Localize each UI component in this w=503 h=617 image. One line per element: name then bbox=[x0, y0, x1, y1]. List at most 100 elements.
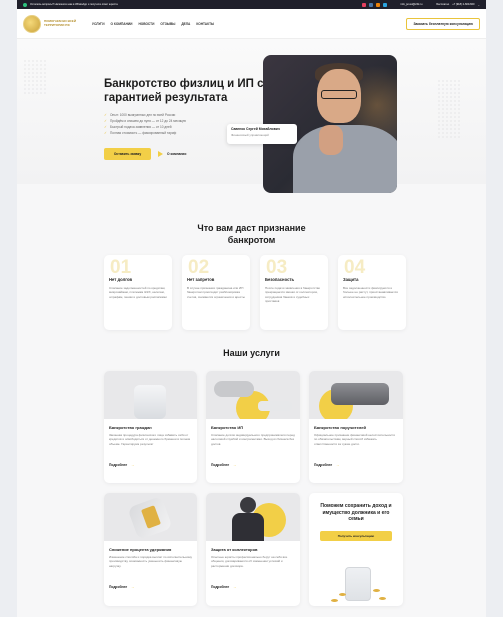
benefits-title-text: Что вам даст признание банкротом bbox=[197, 223, 306, 245]
service-title: Банкротство ИП bbox=[211, 425, 244, 430]
nav-item-contacts[interactable]: Контакты bbox=[196, 22, 214, 26]
person-card: Савенко Сергей Михайлович Финансовый упр… bbox=[227, 124, 297, 144]
person-body-shape bbox=[232, 513, 264, 541]
service-card[interactable]: Банкротство граждан Законная процедура ф… bbox=[104, 371, 197, 483]
top-bar: Остались вопросы? Напишите нам в WhatsAp… bbox=[17, 0, 486, 9]
benefit-text: Списание задолженностей по кредитам, мик… bbox=[109, 286, 167, 299]
coin-shape bbox=[339, 593, 346, 596]
arrow-right-icon: → bbox=[131, 463, 135, 467]
service-more-link[interactable]: Подробнее → bbox=[211, 463, 295, 467]
service-title: Защита от коллекторов bbox=[211, 547, 258, 552]
page: Остались вопросы? Напишите нам в WhatsAp… bbox=[17, 0, 486, 617]
service-title: Банкротство поручителей bbox=[314, 425, 366, 430]
photo-body bbox=[293, 125, 397, 193]
service-title: Снижение процента удержания bbox=[109, 547, 172, 552]
service-card[interactable]: Защита от коллекторов Опытные юристы про… bbox=[206, 493, 300, 606]
nav-item-news[interactable]: Новости bbox=[138, 22, 154, 26]
service-image bbox=[206, 371, 300, 419]
service-more-link[interactable]: Подробнее → bbox=[109, 585, 192, 589]
person-role: Финансовый управляющий bbox=[231, 133, 269, 137]
benefit-text: В случае признания гражданина или ИП бан… bbox=[187, 286, 245, 299]
hero-title: Банкротство физлиц и ИП с гарантией резу… bbox=[104, 78, 264, 105]
photo-hand bbox=[319, 125, 343, 155]
service-image bbox=[104, 493, 197, 541]
photo-glasses bbox=[321, 90, 357, 99]
service-more-link[interactable]: Подробнее → bbox=[211, 585, 295, 589]
nav-item-company[interactable]: О компании bbox=[111, 22, 133, 26]
phone-link[interactable]: +7 (918) 2-600-600 bbox=[452, 3, 474, 6]
consultation-button[interactable]: Заказать бесплатную консультацию bbox=[406, 17, 480, 30]
logo-text[interactable]: Помогаем во всей территории РФ bbox=[44, 19, 76, 27]
nav-item-cases[interactable]: Дела bbox=[181, 22, 190, 26]
benefit-title: Нет запретов bbox=[187, 277, 215, 282]
service-card[interactable]: Снижение процента удержания Изменение сп… bbox=[104, 493, 197, 606]
benefit-number: 01 bbox=[110, 257, 132, 278]
instagram-icon[interactable] bbox=[361, 2, 366, 7]
service-more-label: Подробнее bbox=[314, 463, 333, 467]
top-bar-note: Остались вопросы? Напишите нам в WhatsAp… bbox=[30, 3, 118, 6]
arrow-right-icon: → bbox=[131, 585, 135, 589]
dots-decoration bbox=[23, 59, 47, 95]
benefit-text: Все задолженности фиксируются и больше н… bbox=[343, 286, 398, 299]
hand-shape bbox=[214, 381, 254, 397]
service-card[interactable]: Банкротство ИП Списание долгов индивидуа… bbox=[206, 371, 300, 483]
telegram-icon[interactable] bbox=[382, 2, 387, 7]
site-header: Помогаем во всей территории РФ Услуги О … bbox=[17, 9, 486, 39]
benefit-title: Нет долгов bbox=[109, 277, 133, 282]
benefit-number: 03 bbox=[266, 257, 288, 278]
main-nav: Услуги О компании Новости Отзывы Дела Ко… bbox=[92, 22, 214, 26]
arrow-right-icon: → bbox=[336, 463, 340, 467]
dots-decoration bbox=[437, 79, 461, 139]
benefit-number: 02 bbox=[188, 257, 210, 278]
benefit-text: После подачи заявления в банкротство пре… bbox=[265, 286, 321, 304]
promo-card: Поможем сохранить доход и имущество долж… bbox=[309, 493, 403, 606]
benefit-title: Безопасность bbox=[265, 277, 295, 282]
hero-benefit: Полная стоимость — фиксированный тариф bbox=[104, 130, 186, 136]
person-head-shape bbox=[240, 497, 256, 513]
service-text: Изменение способа и порядка выплат по ис… bbox=[109, 555, 192, 568]
promo-title: Поможем сохранить доход и имущество долж… bbox=[309, 503, 403, 523]
benefit-card: 04 Защита Все задолженности фиксируются … bbox=[338, 255, 406, 330]
benefit-title: Защита bbox=[343, 277, 359, 282]
service-more-link[interactable]: Подробнее → bbox=[314, 463, 398, 467]
benefit-card: 02 Нет запретов В случае признания гражд… bbox=[182, 255, 250, 330]
benefit-number: 04 bbox=[344, 257, 366, 278]
nav-item-reviews[interactable]: Отзывы bbox=[160, 22, 175, 26]
chevron-down-icon[interactable]: ⌄ bbox=[477, 3, 480, 7]
service-card[interactable]: Банкротство поручителей Официальное приз… bbox=[309, 371, 403, 483]
service-more-label: Подробнее bbox=[211, 463, 230, 467]
service-more-label: Подробнее bbox=[109, 463, 128, 467]
service-text: Опытные юристы профессионально берут на … bbox=[211, 555, 288, 568]
person-name: Савенко Сергей Михайлович bbox=[231, 127, 280, 131]
paper-shape bbox=[258, 401, 292, 411]
service-text: Списание долгов индивидуального предприн… bbox=[211, 433, 295, 446]
service-text: Официальное признание финансовой несосто… bbox=[314, 433, 396, 446]
wallet-shape bbox=[331, 383, 389, 405]
service-image bbox=[206, 493, 300, 541]
vk-icon[interactable] bbox=[368, 2, 373, 7]
coin-shape bbox=[373, 589, 380, 592]
benefit-card: 03 Безопасность После подачи заявления в… bbox=[260, 255, 328, 330]
logo-icon[interactable] bbox=[23, 14, 41, 33]
service-text: Законная процедура физического лица изба… bbox=[109, 433, 191, 446]
service-title: Банкротство граждан bbox=[109, 425, 152, 430]
ok-icon[interactable] bbox=[375, 2, 380, 7]
play-icon bbox=[158, 151, 163, 157]
nav-item-services[interactable]: Услуги bbox=[92, 22, 105, 26]
about-company-label: О компании bbox=[167, 152, 187, 156]
hero-section: Банкротство физлиц и ИП с гарантией резу… bbox=[17, 39, 486, 193]
service-more-link[interactable]: Подробнее → bbox=[109, 463, 192, 467]
benefit-card: 01 Нет долгов Списание задолженностей по… bbox=[104, 255, 172, 330]
service-more-label: Подробнее bbox=[211, 585, 230, 589]
leave-request-button[interactable]: Оставить заявку bbox=[104, 148, 151, 160]
benefits-title: Что вам даст признание банкротом bbox=[17, 223, 486, 246]
service-more-label: Подробнее bbox=[109, 585, 128, 589]
email-link[interactable]: info_jurust@24k.ru bbox=[401, 3, 423, 6]
whatsapp-icon[interactable] bbox=[23, 2, 27, 7]
coin-shape bbox=[331, 599, 338, 602]
about-company-link[interactable]: О компании bbox=[158, 148, 186, 160]
service-image bbox=[309, 371, 403, 419]
jar-shape bbox=[134, 385, 166, 419]
phone-label: Бесплатно bbox=[436, 3, 450, 6]
get-consultation-button[interactable]: Получить консультацию bbox=[320, 530, 392, 541]
